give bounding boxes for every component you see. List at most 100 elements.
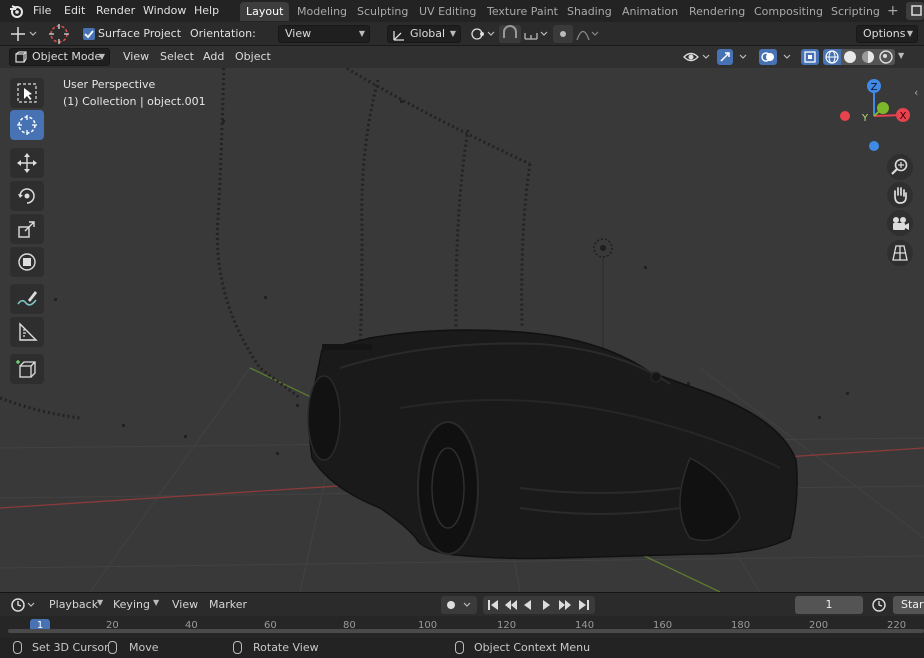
status-rotate-view: Rotate View [253,641,319,654]
tab-animation[interactable]: Animation [616,2,684,21]
viewport-menu-view[interactable]: View [123,50,149,63]
jump-end-icon [579,600,589,610]
perspective-toggle-icon[interactable] [887,240,913,266]
y-axis-handle[interactable] [877,102,889,114]
snap-toggle-button[interactable] [499,25,521,43]
navigation-gizmo[interactable]: Z X Y [836,76,916,166]
transform-orientation-value: Global [410,27,446,40]
neg-z-axis-handle[interactable] [869,141,879,151]
chevron-down-icon: ▼ [449,29,456,38]
options-dropdown[interactable]: Options ▼ [856,25,918,43]
collection-label: (1) Collection | object.001 [63,95,206,108]
zoom-button[interactable] [887,154,913,180]
menu-file[interactable]: File [33,3,51,19]
play-reverse-icon [524,600,531,610]
cursor-tool[interactable] [10,110,44,140]
timeline-header: Playback ▼ Keying ▼ View Marker 1 Start [0,592,924,616]
viewport-menu-object[interactable]: Object [235,50,271,63]
z-axis-label: Z [871,82,878,93]
playback-controls [483,596,595,614]
scene-icon[interactable] [906,2,924,20]
menu-edit[interactable]: Edit [64,3,85,19]
select-box-tool[interactable] [10,78,44,108]
surface-project-label: Surface Project [98,27,182,40]
menu-window[interactable]: Window [143,3,186,19]
timeline-menu-keying[interactable]: Keying [113,598,150,611]
viewport-menu-select[interactable]: Select [160,50,194,63]
viewport-menu-add[interactable]: Add [203,50,224,63]
scale-tool[interactable] [10,214,44,244]
orientation-label: Orientation: [190,27,256,40]
pivot-point-icon[interactable] [468,25,496,43]
pan-hand-icon[interactable] [887,182,913,208]
timeline-menu-view[interactable]: View [172,598,198,611]
shading-options-chevron-icon[interactable]: ▼ [898,51,904,60]
add-workspace-button[interactable]: + [881,2,905,21]
surface-project-checkbox[interactable] [83,28,95,40]
camera-view-icon[interactable] [887,210,913,236]
current-frame-field[interactable]: 1 [795,596,863,614]
timeline-menu-marker[interactable]: Marker [209,598,247,611]
transform-orientation-icon [392,28,406,46]
x-axis-label: X [900,111,907,122]
frame-ruler[interactable]: 1 20 40 60 80 100 120 140 160 180 200 22… [0,616,924,638]
mouse-left-icon [13,641,22,654]
timeline-menu-playback[interactable]: Playback [49,598,98,611]
annotate-tool[interactable] [10,284,44,314]
blender-logo-icon[interactable] [8,3,24,22]
snap-target-icon[interactable] [522,25,550,43]
editor-type-dropdown[interactable] [9,596,37,614]
solid-shading-icon[interactable] [841,49,859,65]
add-cube-tool[interactable] [10,354,44,384]
auto-keying-button[interactable] [441,596,477,614]
mouse-right-icon [455,641,464,654]
rotate-tool[interactable] [10,181,44,211]
tab-shading[interactable]: Shading [561,2,618,21]
menu-help[interactable]: Help [194,3,219,19]
timeline-scrollbar[interactable] [8,629,924,633]
transform-orientation-dropdown[interactable]: Global ▼ [387,25,461,43]
status-set-3d-cursor: Set 3D Cursor [32,641,109,654]
overlays-toggle-icon[interactable] [758,49,794,65]
orientation-value: View [285,27,312,40]
start-frame-field[interactable]: Start [893,596,924,614]
tab-scripting[interactable]: Scripting [825,2,886,21]
falloff-icon[interactable] [575,25,601,43]
rendered-shading-icon[interactable] [877,49,895,65]
measure-tool[interactable] [10,317,44,347]
tab-sculpting[interactable]: Sculpting [351,2,414,21]
material-shading-icon[interactable] [859,49,877,65]
mode-dropdown[interactable]: Object Mode ▼ [9,48,110,66]
tool-type-dropdown[interactable] [8,25,38,43]
chevron-down-icon: ▼ [906,29,913,38]
wireframe-shading-icon[interactable] [823,49,841,65]
tab-uv-editing[interactable]: UV Editing [413,2,482,21]
menu-render[interactable]: Render [96,3,135,19]
tab-modeling[interactable]: Modeling [291,2,353,21]
preview-range-clock-icon[interactable] [871,597,887,616]
move-tool[interactable] [10,148,44,178]
sidebar-toggle-chevron-icon[interactable]: ‹ [914,86,918,99]
tab-layout[interactable]: Layout [240,2,290,21]
proportional-edit-button[interactable] [553,25,573,43]
chevron-down-icon: ▼ [153,598,160,607]
mouse-drag-icon [108,641,117,654]
status-bar: Set 3D Cursor Move Rotate View Object Co… [0,638,924,658]
3d-viewport[interactable]: User Perspective (1) Collection | object… [0,68,924,592]
tab-rendering[interactable]: Rendering [683,2,751,21]
tool-settings-bar: Surface Project Orientation: View ▼ Glob… [0,22,924,46]
neg-x-axis-handle[interactable] [840,111,850,121]
orientation-dropdown[interactable]: View ▼ [278,25,370,43]
status-move: Move [129,641,159,654]
transform-tool[interactable] [10,247,44,277]
viewport-header: Object Mode ▼ View Select Add Object ▼ [0,46,924,68]
car-object [307,329,798,560]
visibility-eye-icon[interactable] [682,49,712,65]
mouse-middle-icon [233,641,242,654]
options-label: Options [863,27,906,40]
tab-compositing[interactable]: Compositing [748,2,829,21]
tab-texture-paint[interactable]: Texture Paint [481,2,564,21]
gizmo-toggle-icon[interactable] [716,49,750,65]
xray-toggle-icon[interactable] [801,49,819,65]
current-frame-value: 1 [825,598,833,611]
